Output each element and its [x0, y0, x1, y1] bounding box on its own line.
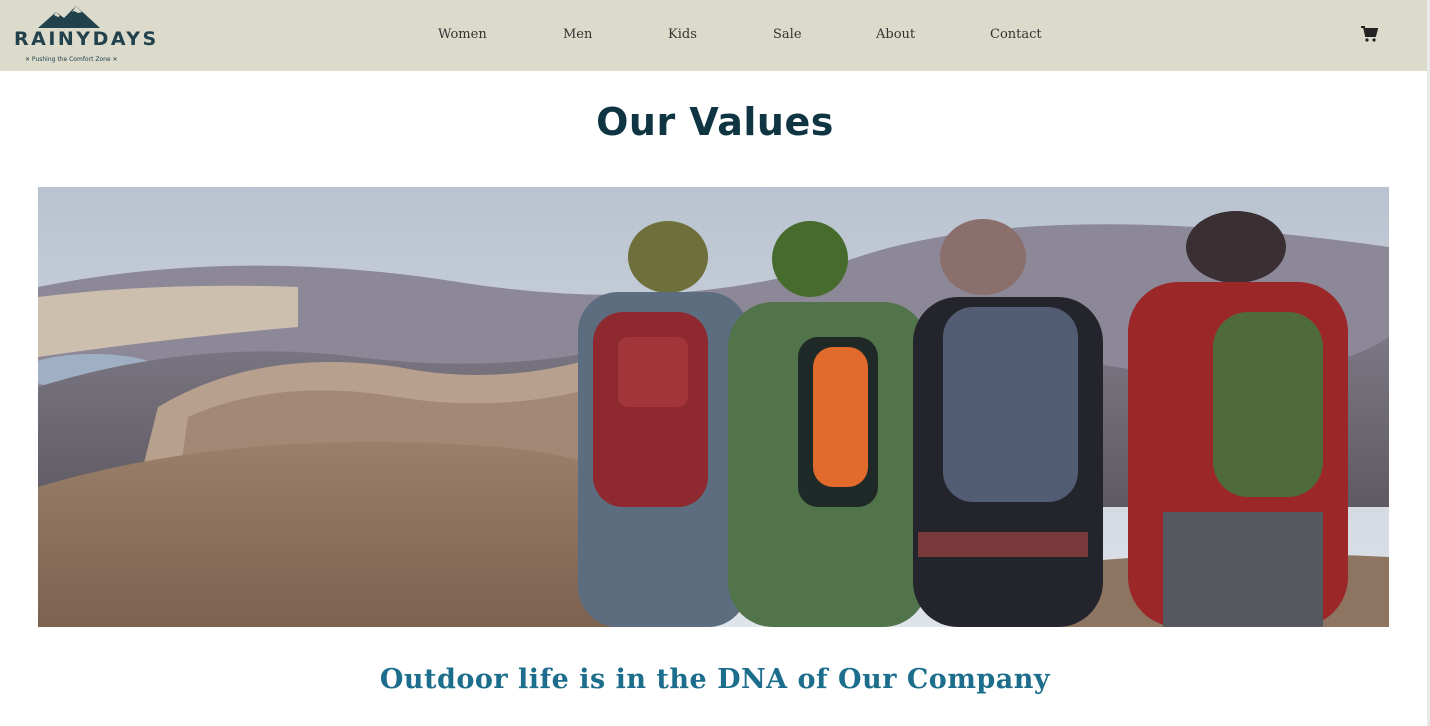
shopping-cart-icon[interactable]	[1360, 25, 1380, 45]
logo-wordmark: RAINYDAYS	[14, 28, 159, 50]
nav-item-kids[interactable]: Kids	[668, 27, 697, 42]
logo-tagline: ✕ Pushing the Comfort Zone ✕	[25, 56, 118, 63]
mountain-logo-icon	[38, 6, 100, 28]
nav-item-men[interactable]: Men	[563, 27, 592, 42]
site-header: RAINYDAYS ✕ Pushing the Comfort Zone ✕ W…	[0, 0, 1427, 71]
nav-item-about[interactable]: About	[876, 27, 915, 42]
nav-item-women[interactable]: Women	[438, 27, 487, 42]
hero-image	[38, 187, 1389, 627]
nav-item-sale[interactable]: Sale	[773, 27, 802, 42]
page-title: Our Values	[596, 100, 834, 144]
nav-item-contact[interactable]: Contact	[990, 27, 1042, 42]
logo[interactable]: RAINYDAYS ✕ Pushing the Comfort Zone ✕	[12, 6, 156, 66]
section-heading: Outdoor life is in the DNA of Our Compan…	[379, 664, 1051, 695]
